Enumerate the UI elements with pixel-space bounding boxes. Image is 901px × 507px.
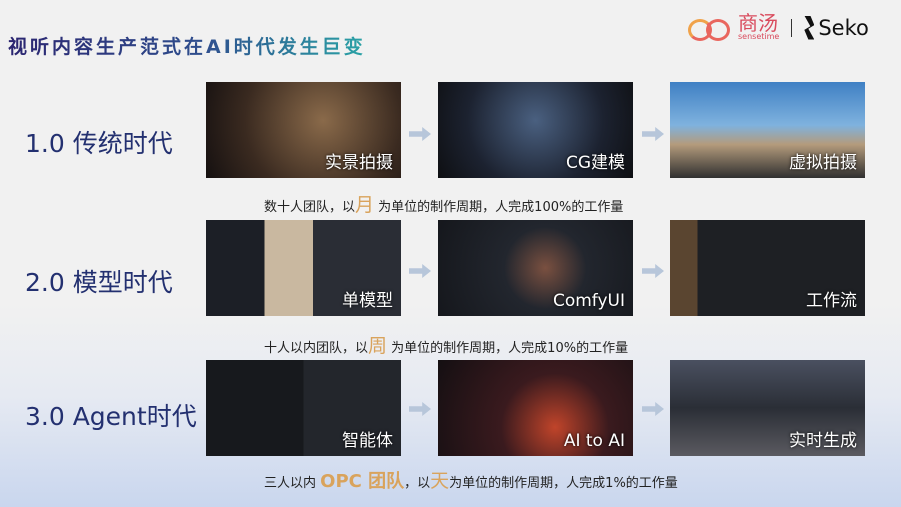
arrow-icon xyxy=(642,264,664,278)
arrow-icon xyxy=(642,127,664,141)
arrow-icon xyxy=(642,402,664,416)
brand-cn: 商汤 xyxy=(738,11,778,35)
era-label-1: 1.0 传统时代 xyxy=(25,129,173,158)
product-name: Seko xyxy=(818,15,869,40)
logo-divider xyxy=(791,18,793,37)
image-ai-to-ai: AI to AI xyxy=(438,360,633,456)
row-1-description: 数十人团队，以月 为单位的制作周期，人完成100%的工作量 xyxy=(264,194,624,216)
slide: 视听内容生产范式在AI时代发生巨变 商汤 sensetime Seko 1.0 传… xyxy=(0,0,901,507)
logo: 商汤 sensetime Seko xyxy=(688,11,869,41)
sensetime-logo-icon xyxy=(688,17,732,41)
arrow-icon xyxy=(409,264,431,278)
image-cg-modeling: CG建模 xyxy=(438,82,633,178)
image-single-model: 单模型 xyxy=(206,220,401,316)
arrow-icon xyxy=(409,402,431,416)
image-workflow: 工作流 xyxy=(670,220,865,316)
row-2-description: 十人以内团队，以周 为单位的制作周期，人完成10%的工作量 xyxy=(264,335,629,357)
row-3-description: 三人以内 OPC 团队，以天为单位的制作周期，人完成1%的工作量 xyxy=(264,470,678,492)
brand-en: sensetime xyxy=(738,32,780,41)
slide-title: 视听内容生产范式在AI时代发生巨变 xyxy=(8,32,366,59)
era-label-3: 3.0 Agent时代 xyxy=(25,402,197,431)
image-live-shooting: 实景拍摄 xyxy=(206,82,401,178)
image-comfyui: ComfyUI xyxy=(438,220,633,316)
era-label-2: 2.0 模型时代 xyxy=(25,268,173,297)
image-realtime-generation: 实时生成 xyxy=(670,360,865,456)
arrow-icon xyxy=(409,127,431,141)
seko-logo-icon xyxy=(804,15,815,40)
image-virtual-shooting: 虚拟拍摄 xyxy=(670,82,865,178)
image-agent: 智能体 xyxy=(206,360,401,456)
